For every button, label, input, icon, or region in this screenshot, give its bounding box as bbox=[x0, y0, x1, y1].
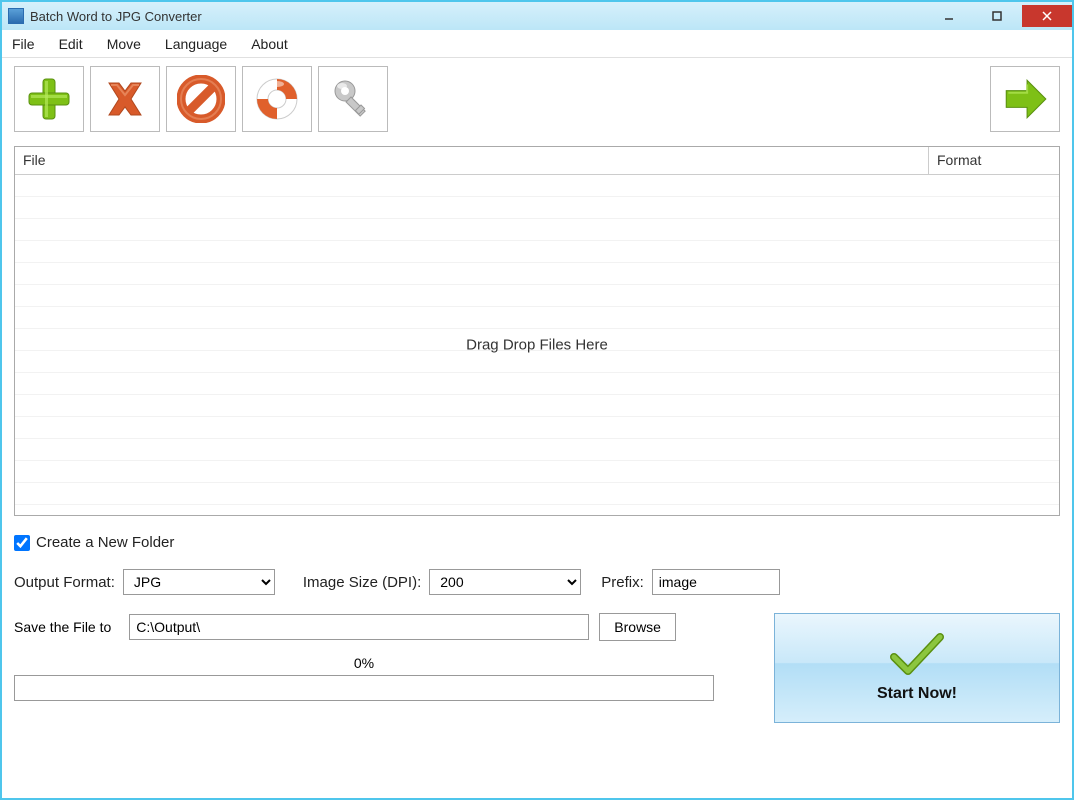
toolbar bbox=[2, 58, 1072, 136]
plus-icon bbox=[25, 75, 73, 123]
x-icon bbox=[101, 75, 149, 123]
close-button[interactable] bbox=[1022, 5, 1072, 27]
menu-bar: File Edit Move Language About bbox=[2, 30, 1072, 58]
window-controls bbox=[924, 5, 1072, 27]
menu-language[interactable]: Language bbox=[165, 36, 227, 52]
drag-drop-hint: Drag Drop Files Here bbox=[466, 337, 608, 354]
add-button[interactable] bbox=[14, 66, 84, 132]
progress-bar bbox=[14, 675, 714, 701]
menu-move[interactable]: Move bbox=[107, 36, 141, 52]
output-format-label: Output Format: bbox=[14, 574, 115, 591]
save-path-label: Save the File to bbox=[14, 619, 111, 635]
file-list[interactable]: File Format Drag Drop Files Here bbox=[14, 146, 1060, 516]
output-format-select[interactable]: JPG bbox=[123, 569, 275, 595]
menu-about[interactable]: About bbox=[251, 36, 288, 52]
prefix-input[interactable] bbox=[652, 569, 780, 595]
column-format[interactable]: Format bbox=[929, 147, 1059, 174]
remove-button[interactable] bbox=[90, 66, 160, 132]
help-button[interactable] bbox=[242, 66, 312, 132]
create-folder-checkbox[interactable]: Create a New Folder bbox=[14, 534, 174, 551]
arrow-right-icon bbox=[1000, 74, 1050, 124]
save-path-input[interactable] bbox=[129, 614, 589, 640]
next-button[interactable] bbox=[990, 66, 1060, 132]
grid-header: File Format bbox=[15, 147, 1059, 175]
prefix-label: Prefix: bbox=[601, 574, 644, 591]
image-size-label: Image Size (DPI): bbox=[303, 574, 421, 591]
grid-body[interactable]: Drag Drop Files Here bbox=[15, 175, 1059, 515]
create-folder-input[interactable] bbox=[14, 535, 30, 551]
register-button[interactable] bbox=[318, 66, 388, 132]
create-folder-label: Create a New Folder bbox=[36, 534, 174, 551]
progress-label: 0% bbox=[14, 655, 714, 671]
browse-button[interactable]: Browse bbox=[599, 613, 676, 641]
menu-edit[interactable]: Edit bbox=[59, 36, 83, 52]
window-title: Batch Word to JPG Converter bbox=[30, 9, 924, 24]
lifebuoy-icon bbox=[253, 75, 301, 123]
key-icon bbox=[329, 75, 377, 123]
maximize-button[interactable] bbox=[974, 5, 1020, 27]
start-button[interactable]: Start Now! bbox=[774, 613, 1060, 723]
minimize-button[interactable] bbox=[926, 5, 972, 27]
clear-button[interactable] bbox=[166, 66, 236, 132]
title-bar: Batch Word to JPG Converter bbox=[2, 2, 1072, 30]
dpi-select[interactable]: 200 bbox=[429, 569, 581, 595]
app-icon bbox=[8, 8, 24, 24]
forbidden-icon bbox=[177, 75, 225, 123]
column-file[interactable]: File bbox=[15, 147, 929, 174]
start-button-label: Start Now! bbox=[877, 685, 957, 703]
menu-file[interactable]: File bbox=[12, 36, 35, 52]
checkmark-icon bbox=[890, 633, 944, 677]
